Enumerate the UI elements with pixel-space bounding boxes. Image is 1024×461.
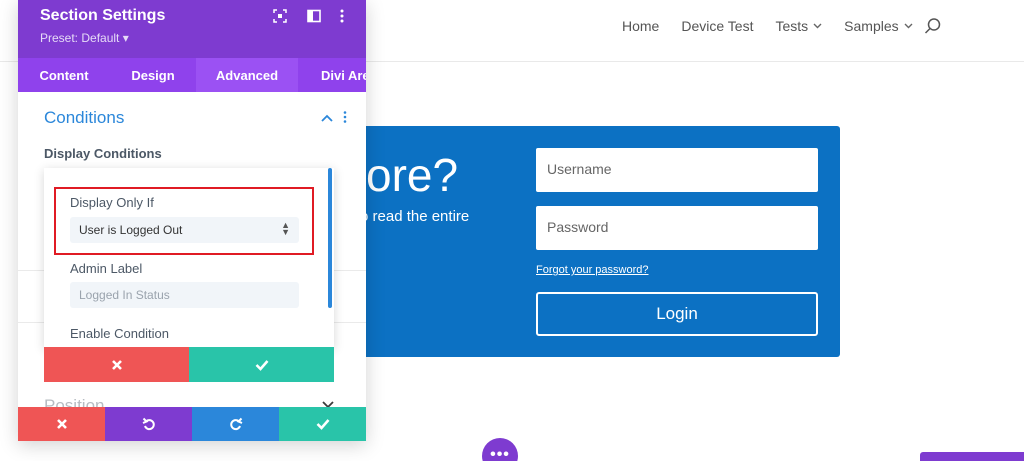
panel-footer [18,407,366,441]
chevron-down-icon [904,23,913,29]
page: Home Device Test Tests Samples ore? o re… [0,0,1024,461]
admin-label-label: Admin Label [70,261,143,276]
redo-button[interactable] [192,407,279,441]
nav-item-label: Tests [775,18,809,34]
forgot-password-link[interactable]: Forgot your password? [536,264,649,276]
password-input[interactable]: Password [536,206,818,250]
chevron-up-icon[interactable] [320,112,334,124]
condition-confirm-button[interactable] [189,347,334,382]
tab-divi-areas[interactable]: Divi Are [298,58,366,92]
condition-cancel-button[interactable] [44,347,189,382]
chevron-down-icon [813,23,822,29]
split-view-icon[interactable] [306,8,322,24]
panel-header: Section Settings Preset: Default ▾ [18,0,366,58]
more-vertical-icon[interactable] [334,8,350,24]
panel-tabs: Content Design Advanced Divi Are [18,58,366,92]
search-icon[interactable] [924,17,942,35]
tab-advanced[interactable]: Advanced [196,58,298,92]
nav-item-tests[interactable]: Tests [775,18,822,34]
section-settings-panel: Section Settings Preset: Default ▾ Conte… [18,0,366,441]
undo-button[interactable] [105,407,192,441]
check-icon [255,359,268,371]
nav-item-label: Home [622,18,660,34]
main-nav: Home Device Test Tests Samples [622,18,935,34]
undo-icon [142,417,155,431]
panel-title: Section Settings [40,7,166,24]
nav-item-label: Samples [844,18,899,34]
login-heading: ore? [366,149,459,201]
nav-item-home[interactable]: Home [622,18,659,34]
redo-icon [229,417,242,431]
admin-label-input[interactable]: Logged In Status [70,282,299,308]
more-options-button[interactable]: ••• [482,438,518,461]
check-icon [316,419,329,430]
corner-bar [920,452,1024,461]
section-more-icon[interactable] [342,110,348,124]
nav-item-device-test[interactable]: Device Test [681,18,753,34]
highlight-frame [54,187,314,255]
nav-item-samples[interactable]: Samples [844,18,913,34]
preset-selector[interactable]: Preset: Default ▾ [40,31,129,45]
login-description: o read the entire [360,208,470,225]
login-button[interactable]: Login [536,292,818,336]
nav-item-label: Device Test [681,18,754,34]
scrollbar[interactable] [328,168,332,308]
section-title-conditions[interactable]: Conditions [44,108,124,128]
username-input[interactable]: Username [536,148,818,192]
close-icon [111,359,122,370]
discard-button[interactable] [18,407,105,441]
condition-actions [44,347,334,382]
enable-condition-label: Enable Condition [70,326,170,341]
display-conditions-label: Display Conditions [44,146,162,161]
close-icon [56,419,67,429]
tab-design[interactable]: Design [110,58,196,92]
save-button[interactable] [279,407,366,441]
tab-content[interactable]: Content [18,58,110,92]
focus-icon[interactable] [272,8,288,24]
